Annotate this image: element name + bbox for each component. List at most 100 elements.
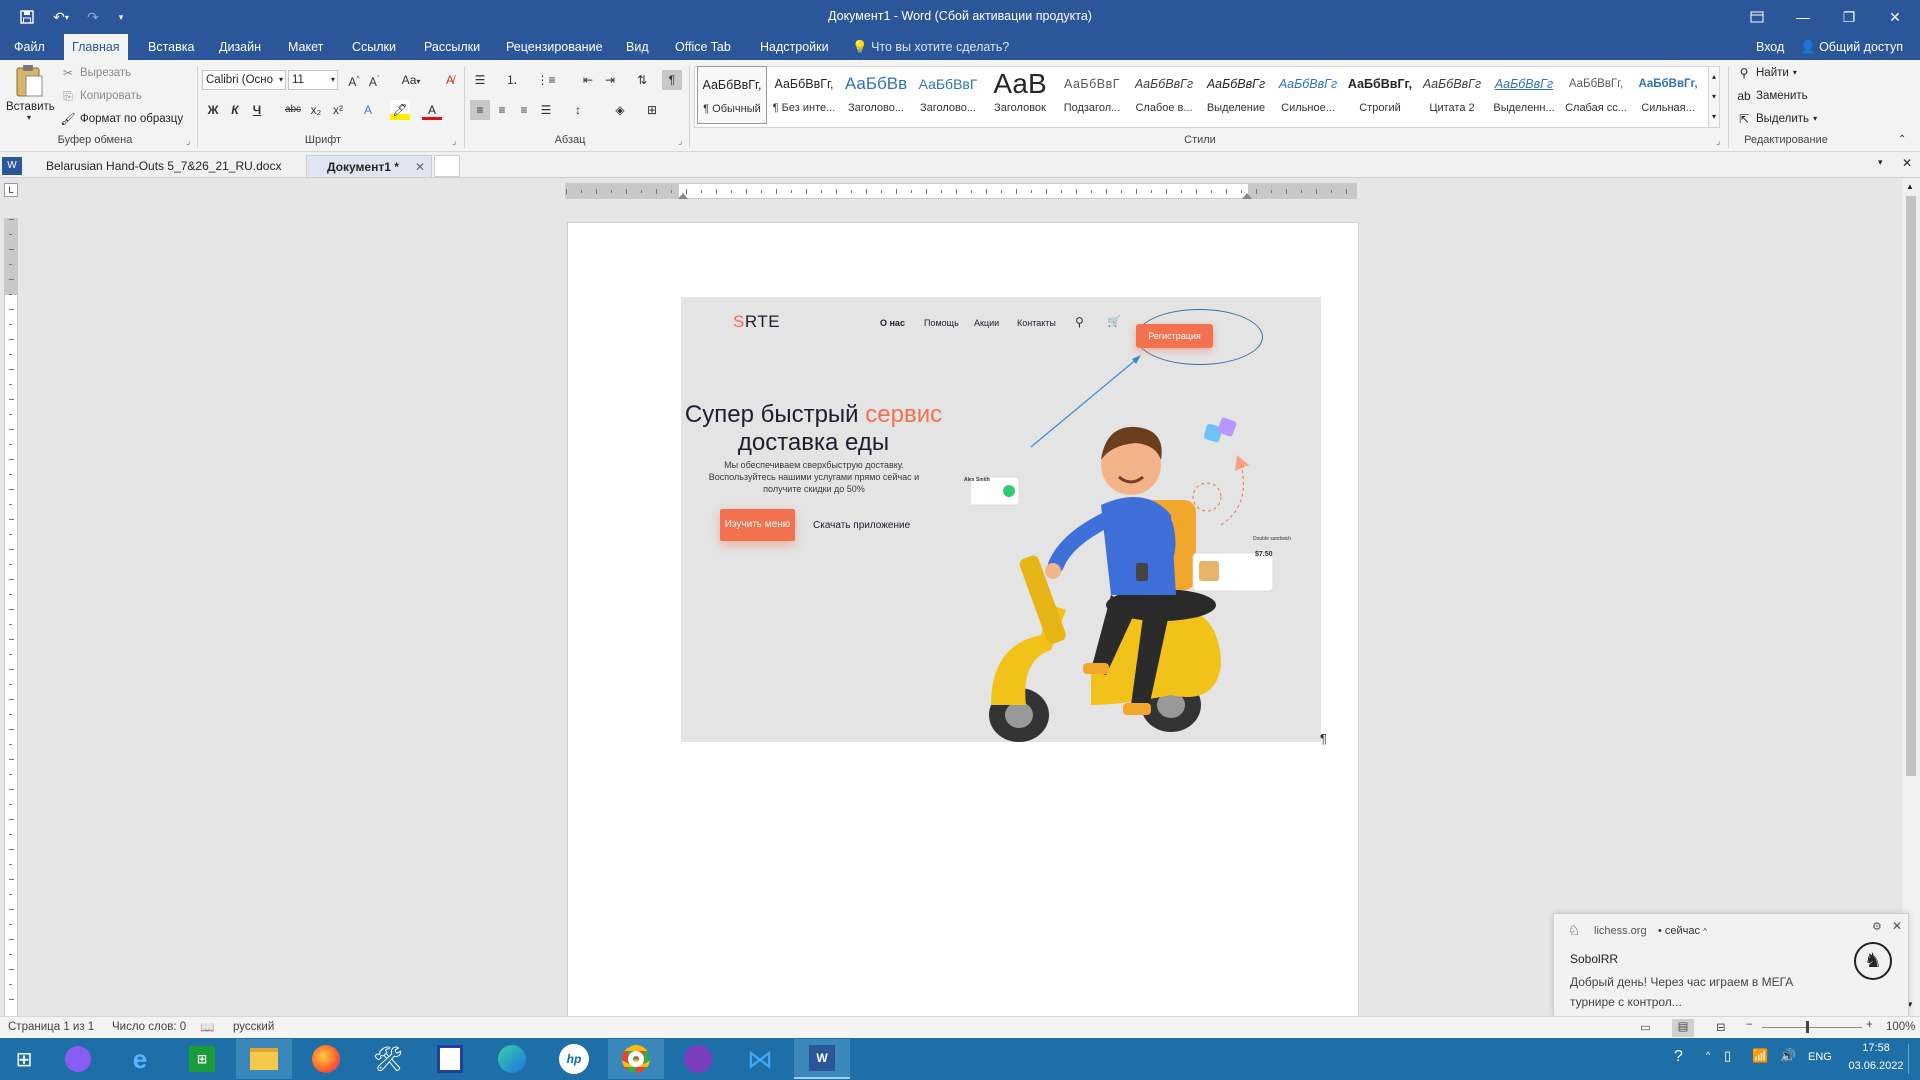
highlight-icon[interactable]: 🖊 [390, 100, 410, 120]
doc-tab-belarusian[interactable]: Belarusian Hand-Outs 5_7&26_21_RU.docx [20, 155, 304, 177]
style-no-spacing[interactable]: АаБбВвГг, ¶ Без инте... [769, 66, 839, 124]
embedded-website-image[interactable]: SRTE О нас Помощь Акции Контакты ⚲ 🛒 Рег… [681, 297, 1321, 742]
copy-button[interactable]: ⎘ Копировать [60, 86, 142, 106]
show-marks-icon[interactable]: ¶ [662, 70, 682, 90]
style-intense-emphasis[interactable]: АаБбВвГг Сильное... [1273, 66, 1343, 124]
collapse-ribbon-icon[interactable]: ⌃ [1898, 134, 1906, 145]
clock-time[interactable]: 17:58 [1854, 1042, 1898, 1054]
alice-icon[interactable] [50, 1039, 106, 1079]
underline-button[interactable]: Ч [247, 100, 267, 120]
text-effects-icon[interactable]: A [358, 100, 378, 120]
horizontal-ruler[interactable] [565, 183, 1357, 199]
tab-file[interactable]: Файл [6, 34, 53, 60]
tab-layout[interactable]: Макет [280, 34, 331, 60]
windows-start-icon[interactable]: ⊞ [0, 1039, 48, 1079]
font-size-combo[interactable]: 11 ▾ [288, 70, 338, 90]
restore-icon[interactable]: ❐ [1826, 0, 1872, 34]
style-heading-1[interactable]: АаБбВв Заголово... [841, 66, 911, 124]
clock-date[interactable]: 03.06.2022 [1848, 1060, 1904, 1072]
edge-icon[interactable] [484, 1039, 540, 1079]
tab-list-icon[interactable]: ▾ [1878, 157, 1883, 168]
style-heading-2[interactable]: АаБбВвГ Заголово... [913, 66, 983, 124]
dialog-launcher-icon[interactable]: ⌟ [186, 136, 190, 147]
tell-me-box[interactable]: 💡 Что вы хотите сделать? [848, 34, 1017, 60]
volume-icon[interactable]: 🔊 [1780, 1048, 1796, 1064]
style-normal[interactable]: АаБбВвГг, ¶ Обычный [697, 66, 767, 124]
bullets-icon[interactable]: ☰ [470, 70, 490, 90]
format-painter-button[interactable]: 🖌 Формат по образцу [60, 109, 183, 129]
paste-button[interactable]: Вставить ▾ [6, 64, 55, 132]
scroll-up-icon[interactable]: ▲ [1906, 182, 1914, 191]
firefox-icon[interactable] [298, 1039, 354, 1079]
notification-close-icon[interactable]: ✕ [1892, 919, 1902, 933]
internet-explorer-icon[interactable]: e [112, 1039, 168, 1079]
tray-expand-icon[interactable]: ^ [1706, 1050, 1710, 1060]
line-spacing-icon[interactable]: ↕ [568, 100, 588, 120]
network-icon[interactable]: 📶 [1752, 1048, 1768, 1064]
tab-addins[interactable]: Надстройки [752, 34, 837, 60]
proofing-icon[interactable]: 📖 [200, 1020, 214, 1034]
zoom-slider[interactable] [1762, 1027, 1862, 1028]
align-center-icon[interactable]: ≡ [492, 100, 512, 120]
scrollbar-thumb[interactable] [1906, 196, 1916, 776]
hp-icon[interactable]: hp [546, 1039, 602, 1079]
style-subtle-reference[interactable]: АаБбВвГг, Слабая сс... [1561, 66, 1631, 124]
decrease-indent-icon[interactable]: ⇤ [578, 70, 598, 90]
input-language[interactable]: ENG [1808, 1051, 1832, 1063]
grow-font-icon[interactable]: A^ [344, 70, 364, 90]
vscode-icon[interactable]: ⋈ [732, 1039, 788, 1079]
tab-mailings[interactable]: Рассылки [416, 34, 488, 60]
tab-home[interactable]: Главная [64, 34, 128, 60]
bold-button[interactable]: Ж [203, 100, 223, 120]
vertical-scrollbar[interactable]: ▲ ▼ [1902, 178, 1920, 1016]
justify-icon[interactable]: ☰ [536, 100, 556, 120]
battery-icon[interactable]: ▯ [1724, 1048, 1731, 1064]
word-taskbar-icon[interactable]: W [794, 1039, 850, 1079]
chrome-icon[interactable] [608, 1039, 664, 1079]
superscript-button[interactable]: x² [328, 100, 348, 120]
style-intense-reference[interactable]: АаБбВвГг, Сильная... [1633, 66, 1703, 124]
language-indicator[interactable]: русский [233, 1021, 274, 1033]
close-icon[interactable]: ✕ [1872, 0, 1918, 34]
italic-button[interactable]: К [225, 100, 245, 120]
close-all-icon[interactable]: ✕ [1902, 156, 1912, 170]
font-color-icon[interactable]: A [422, 100, 442, 120]
style-intense-quote[interactable]: АаБбВвГг Выделенн... [1489, 66, 1559, 124]
multilevel-list-icon[interactable]: ⋮≡ [536, 70, 556, 90]
tab-view[interactable]: Вид [618, 34, 657, 60]
style-subtitle[interactable]: АаБбВвГ Подзагол... [1057, 66, 1127, 124]
show-desktop-button[interactable] [1908, 1044, 1916, 1074]
minimize-icon[interactable]: — [1780, 0, 1826, 34]
styles-scroll-icon[interactable]: ▴ ▾ ▾ [1708, 66, 1720, 128]
page-count[interactable]: Страница 1 из 1 [8, 1021, 94, 1033]
tab-design[interactable]: Дизайн [211, 34, 269, 60]
subscript-button[interactable]: x₂ [306, 100, 326, 120]
cut-button[interactable]: ✂ Вырезать [60, 63, 131, 83]
borders-icon[interactable]: ⊞ [642, 100, 662, 120]
web-layout-icon[interactable]: ⊟ [1716, 1020, 1726, 1034]
read-mode-icon[interactable]: ▭ [1640, 1020, 1651, 1034]
tab-review[interactable]: Рецензирование [498, 34, 611, 60]
change-case-button[interactable]: Аа▾ [396, 70, 426, 90]
lichess-notification[interactable]: ♘ lichess.org • сейчас ^ ⚙ ✕ SobolRR Доб… [1553, 913, 1909, 1017]
tab-office-tab[interactable]: Office Tab [667, 34, 739, 60]
sign-in-link[interactable]: Вход [1748, 34, 1792, 60]
zoom-out-icon[interactable]: − [1746, 1019, 1753, 1031]
style-quote-2[interactable]: АаБбВвГг Цитата 2 [1417, 66, 1487, 124]
tools-icon[interactable]: 🛠 [360, 1039, 416, 1079]
shading-icon[interactable]: ◈ [610, 100, 630, 120]
zoom-in-icon[interactable]: + [1866, 1019, 1873, 1031]
doc-tab-document1[interactable]: Документ1 * ✕ [306, 155, 432, 177]
tab-insert[interactable]: Вставка [140, 34, 202, 60]
dialog-launcher-icon[interactable]: ⌟ [452, 136, 456, 147]
store-icon[interactable]: ⊞ [174, 1039, 230, 1079]
close-tab-icon[interactable]: ✕ [415, 156, 425, 178]
shrink-font-icon[interactable]: Aˇ [364, 70, 384, 90]
select-button[interactable]: ⇱ Выделить ▾ [1736, 109, 1817, 129]
style-title[interactable]: АаВ Заголовок [985, 66, 1055, 124]
font-name-combo[interactable]: Calibri (Осно ▾ [202, 70, 286, 90]
github-desktop-icon[interactable] [670, 1039, 726, 1079]
strikethrough-button[interactable]: abc [282, 100, 304, 120]
new-tab-button[interactable] [434, 155, 460, 177]
sort-icon[interactable]: ⇅ [632, 70, 652, 90]
